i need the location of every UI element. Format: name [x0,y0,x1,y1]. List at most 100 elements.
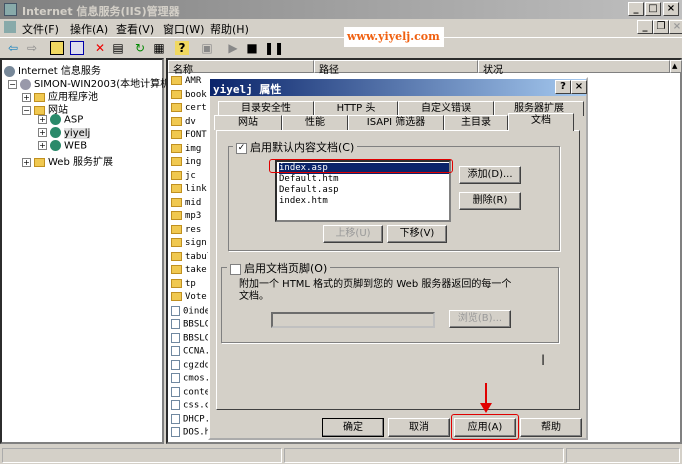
file-item[interactable]: DOS.h [171,427,210,438]
expand-icon[interactable]: + [38,115,47,124]
tab-documents[interactable]: 文档 [508,113,574,131]
folder-icon [171,265,182,274]
file-item[interactable]: DHCP. [171,413,210,424]
menu-view[interactable]: 查看(V) [116,21,154,37]
footer-path-input[interactable] [271,312,435,328]
file-item[interactable]: CCNA. [171,346,210,357]
folder-icon [171,197,182,207]
folder-icon [171,116,182,126]
doc-item[interactable]: Default.asp [279,185,449,196]
menu-window[interactable]: 窗口(W) [163,21,204,37]
tab-website[interactable]: 网站 [214,115,282,130]
folder-item[interactable]: take [171,265,207,275]
folder-item[interactable]: sign [171,238,207,248]
file-icon [171,427,180,437]
child-restore-button[interactable]: ❐ [653,20,669,34]
doc-item[interactable]: index.htm [279,196,449,207]
footer-checkbox[interactable]: 启用文档页脚(O) [227,260,331,276]
child-close-button[interactable]: × [669,20,682,34]
add-button[interactable]: 添加(D)... [459,166,521,184]
tab-custom-errors[interactable]: 自定义错误 [398,101,494,116]
move-down-button[interactable]: 下移(V) [387,225,447,243]
computer-icon[interactable]: ▣ [200,41,214,55]
file-item[interactable]: BBSLC [171,319,210,330]
delete-icon[interactable]: ✕ [93,41,107,55]
close-button[interactable]: × [663,2,679,16]
child-minimize-button[interactable]: _ [637,20,653,34]
tree-web-ext[interactable]: + Web 服务扩展 [22,153,113,168]
default-doc-checkbox[interactable]: ✓ 启用默认内容文档(C) [233,139,358,155]
tree-site-asp[interactable]: + ASP [38,114,83,126]
export-icon[interactable]: ▦ [152,41,166,55]
remove-button[interactable]: 删除(R) [459,192,521,210]
properties-icon[interactable]: ▤ [111,41,125,55]
refresh-icon[interactable]: ↻ [133,41,147,55]
menu-file[interactable]: 文件(F) [22,21,59,37]
text-cursor-icon: I [541,353,546,369]
folder-item[interactable]: dv [171,116,196,127]
folder-item[interactable]: cert [171,103,207,113]
folder-item[interactable]: tp [171,278,196,289]
file-item[interactable]: css.c [171,400,210,411]
help-button[interactable]: 帮助 [520,418,582,437]
folder-icon [34,157,45,167]
menu-action[interactable]: 操作(A) [70,21,108,37]
folder-item[interactable]: img [171,143,201,154]
minimize-button[interactable]: _ [628,2,644,16]
tab-dir-security[interactable]: 目录安全性 [218,101,314,116]
ok-button[interactable]: 确定 [322,418,384,437]
col-name[interactable]: 名称 [168,60,314,76]
doc-item[interactable]: Default.htm [279,174,449,185]
cancel-button[interactable]: 取消 [388,418,450,437]
file-item[interactable]: 0inde [171,305,210,316]
start-icon[interactable]: ▶ [226,41,240,55]
col-path[interactable]: 路径 [314,60,478,76]
maximize-button[interactable]: □ [645,2,661,16]
file-icon [171,413,180,424]
scroll-up-icon[interactable]: ▲ [670,60,682,73]
collapse-icon[interactable]: − [8,79,17,89]
folder-item[interactable]: res [171,224,201,235]
folder-item[interactable]: mp3 [171,211,201,221]
toolbar: ⇦ ⇨ ✕ ▤ ↻ ▦ ? ▣ ▶ ■ ❚❚ [0,37,682,57]
tab-http-headers[interactable]: HTTP 头 [314,101,398,116]
file-item[interactable]: conte [171,386,210,397]
col-status[interactable]: 状况 [478,60,670,76]
pause-icon[interactable]: ❚❚ [264,41,284,55]
folder-item[interactable]: Vote [171,292,207,302]
folder-item[interactable]: tabul [171,251,212,262]
tab-performance[interactable]: 性能 [282,115,348,130]
tab-isapi[interactable]: ISAPI 筛选器 [348,115,444,130]
highlight-box [269,159,453,173]
collapse-icon[interactable]: − [22,105,31,115]
expand-icon[interactable]: + [38,128,47,137]
folder-item[interactable]: link- [171,184,212,194]
up-folder-icon[interactable] [50,41,64,55]
dialog-help-button[interactable]: ? [555,80,571,94]
folder-icon [171,292,182,301]
help-icon[interactable]: ? [175,41,189,55]
folder-icon [171,184,182,193]
expand-icon[interactable]: + [22,157,31,167]
move-up-button[interactable]: 上移(U) [323,225,383,243]
stop-icon[interactable]: ■ [245,41,259,55]
tab-home-dir[interactable]: 主目录 [444,115,508,130]
folder-item[interactable]: FONT [171,130,207,140]
folder-item[interactable]: mid [171,197,201,208]
browse-button[interactable]: 浏览(B)... [449,310,511,328]
forward-icon[interactable]: ⇨ [25,41,39,55]
folder-item[interactable]: book [171,89,207,100]
back-icon[interactable]: ⇦ [6,41,20,55]
show-tree-icon[interactable] [70,41,84,55]
tree-site-yiyelj[interactable]: + yiyelj [38,127,91,139]
tree-site-web[interactable]: + WEB [38,140,87,152]
folder-item[interactable]: jc [171,170,196,181]
file-item[interactable]: cmos. [171,373,210,384]
folder-item[interactable]: ing [171,157,201,167]
file-item[interactable]: cgzdq [171,359,210,370]
file-item[interactable]: BBSLC [171,332,210,343]
expand-icon[interactable]: + [38,141,47,150]
menu-help[interactable]: 帮助(H) [210,21,249,37]
dialog-close-button[interactable]: × [571,80,587,94]
folder-item[interactable]: AMR [171,76,201,86]
